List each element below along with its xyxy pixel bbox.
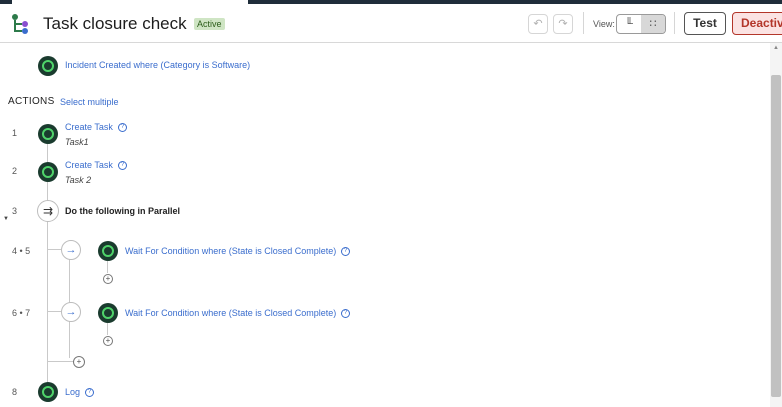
step-subtitle: Task1: [65, 137, 89, 147]
view-label: View:: [593, 19, 615, 29]
actions-heading: ACTIONS: [8, 96, 55, 107]
page-title: Task closure check: [43, 14, 187, 33]
step-link[interactable]: Wait For Condition where (State is Close…: [125, 246, 336, 256]
step-number: 4 • 5: [12, 246, 31, 256]
undo-icon: ↶: [533, 18, 543, 30]
flow-canvas: Incident Created where (Category is Soft…: [0, 43, 770, 407]
add-branch-icon[interactable]: +: [73, 356, 85, 368]
grid-view-icon[interactable]: ∷: [641, 15, 665, 33]
flow-header: Task closure check Active ↶ ↷ View: ╙ ∷ …: [0, 4, 782, 43]
help-icon[interactable]: ?: [341, 247, 350, 256]
flow-connector: [107, 261, 108, 273]
trigger-link[interactable]: Incident Created where (Category is Soft…: [65, 60, 250, 70]
action-node-icon: [98, 303, 118, 323]
flow-logo-icon: [12, 14, 28, 34]
step-number: 3: [12, 206, 18, 216]
branch-arrow-icon[interactable]: →: [61, 302, 81, 322]
view-toggle[interactable]: ╙ ∷: [616, 14, 666, 34]
undo-button[interactable]: ↶: [528, 14, 548, 34]
collapse-caret-icon[interactable]: ▼: [3, 216, 9, 222]
step-link[interactable]: Log: [65, 387, 80, 397]
select-multiple-link[interactable]: Select multiple: [60, 97, 119, 107]
help-icon[interactable]: ?: [341, 309, 350, 318]
help-icon[interactable]: ?: [118, 123, 127, 132]
flow-connector: [107, 323, 108, 335]
branch-connector: [47, 249, 61, 250]
divider: [674, 12, 675, 34]
test-button[interactable]: Test: [684, 12, 726, 35]
help-icon[interactable]: ?: [118, 161, 127, 170]
redo-icon: ↷: [558, 18, 568, 30]
redo-button[interactable]: ↷: [553, 14, 573, 34]
scroll-up-icon[interactable]: ▲: [773, 45, 779, 51]
divider: [583, 12, 584, 34]
step-number: 2: [12, 166, 18, 176]
step-subtitle: Task 2: [65, 175, 92, 185]
help-icon[interactable]: ?: [85, 388, 94, 397]
tree-view-icon[interactable]: ╙: [617, 15, 641, 33]
add-step-icon[interactable]: +: [103, 336, 113, 346]
action-node-icon: [98, 241, 118, 261]
branch-arrow-icon[interactable]: →: [61, 240, 81, 260]
step-link[interactable]: Wait For Condition where (State is Close…: [125, 308, 336, 318]
step-number: 1: [12, 128, 18, 138]
step-number: 8: [12, 387, 18, 397]
step-number: 6 • 7: [12, 308, 31, 318]
action-node-icon: [38, 382, 58, 402]
parallel-label[interactable]: Do the following in Parallel: [65, 206, 180, 216]
parallel-icon: ⇉: [37, 200, 59, 222]
branch-connector: [47, 361, 73, 362]
deactivate-button[interactable]: Deactivate: [732, 12, 782, 35]
action-node-icon: [38, 162, 58, 182]
step-link[interactable]: Create Task: [65, 160, 113, 170]
branch-connector: [47, 311, 61, 312]
step-link[interactable]: Create Task: [65, 122, 113, 132]
trigger-node-icon: [38, 56, 58, 76]
scrollbar-thumb[interactable]: [771, 75, 781, 397]
status-badge: Active: [194, 18, 225, 30]
action-node-icon: [38, 124, 58, 144]
add-step-icon[interactable]: +: [103, 274, 113, 284]
